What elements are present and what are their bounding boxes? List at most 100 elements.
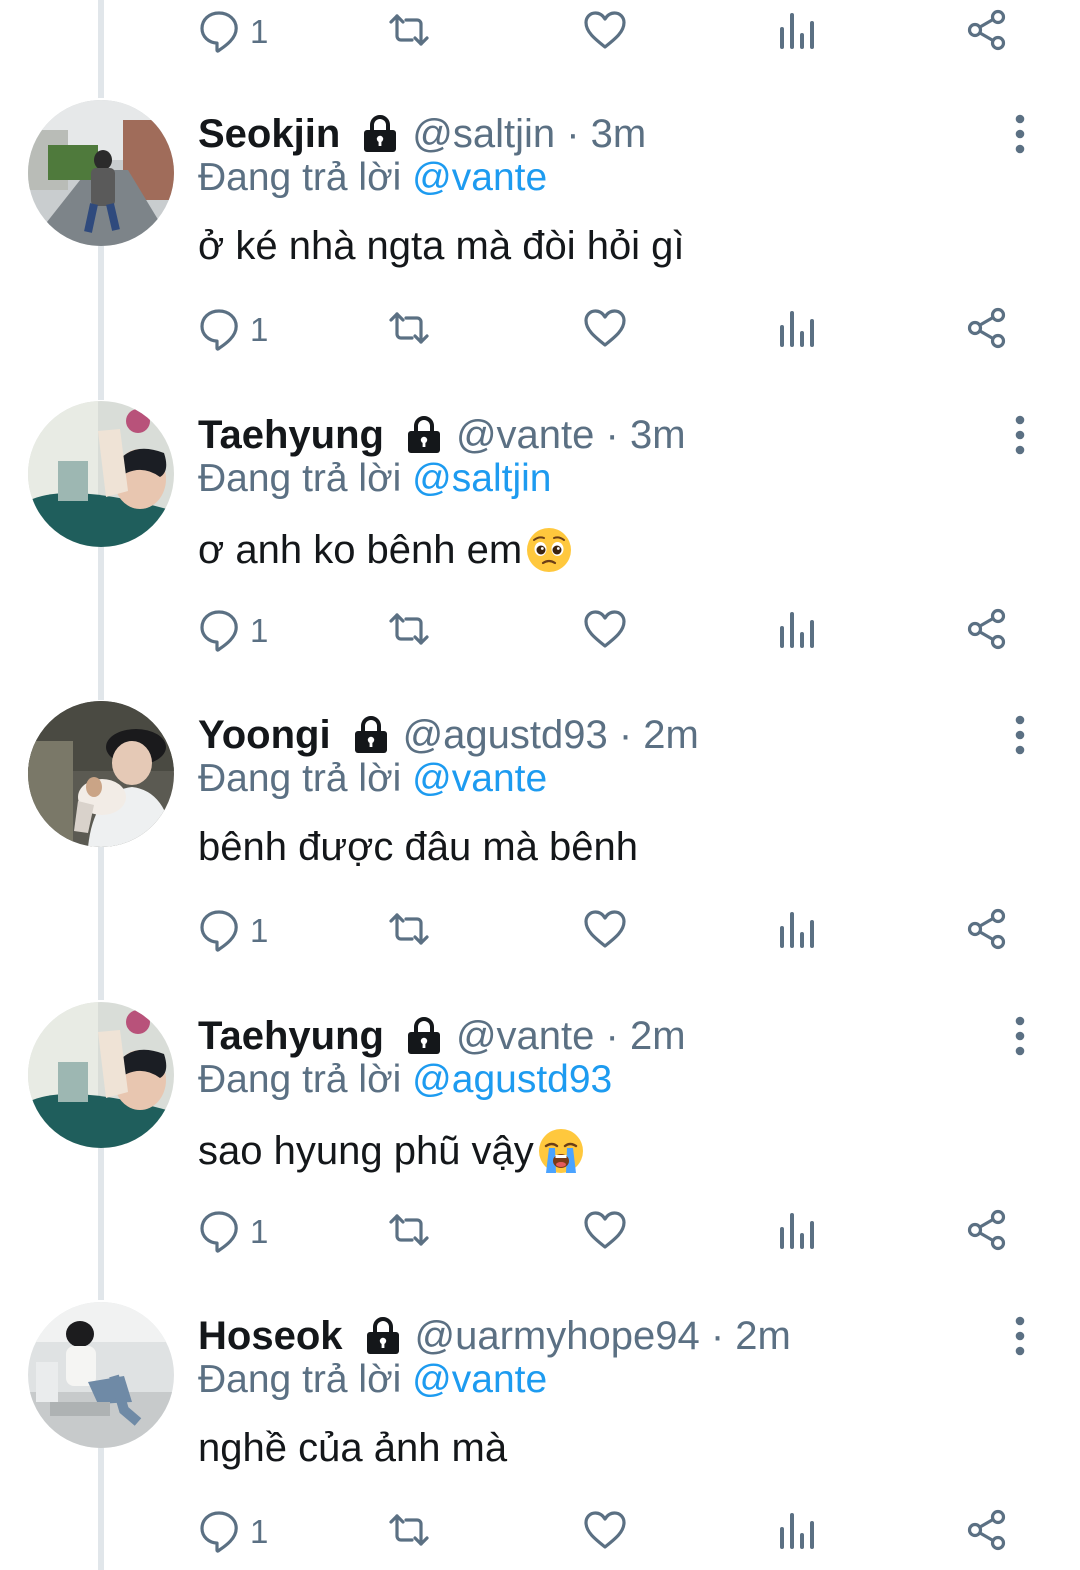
analytics-button[interactable] xyxy=(774,2,820,62)
more-vertical-icon[interactable] xyxy=(1000,1314,1040,1358)
share-button[interactable] xyxy=(964,601,1010,661)
handle-and-time[interactable]: @saltjin · 3m xyxy=(412,112,646,157)
tweet-text-content: nghề của ảnh mà xyxy=(198,1426,508,1470)
analytics-icon xyxy=(774,606,820,657)
retweet-button[interactable] xyxy=(386,2,432,62)
analytics-button[interactable] xyxy=(774,1502,820,1562)
analytics-button[interactable] xyxy=(774,300,820,360)
retweet-icon xyxy=(386,7,432,58)
action-bar: 1 xyxy=(196,1502,1026,1562)
display-name[interactable]: Taehyung xyxy=(198,413,384,458)
more-vertical-icon[interactable] xyxy=(1000,713,1040,757)
share-button[interactable] xyxy=(964,300,1010,360)
lock-icon xyxy=(358,112,402,156)
retweet-button[interactable] xyxy=(386,1502,432,1562)
tweet-text-content: bênh được đâu mà bênh xyxy=(198,825,638,869)
analytics-button[interactable] xyxy=(774,601,820,661)
like-button[interactable] xyxy=(582,2,628,62)
reply-button[interactable]: 1 xyxy=(196,601,268,661)
thread-line xyxy=(98,0,104,98)
like-button[interactable] xyxy=(582,1202,628,1262)
mention-link[interactable]: @agustd93 xyxy=(412,1058,612,1101)
retweet-button[interactable] xyxy=(386,901,432,961)
reply-tweet[interactable]: Taehyung @vante · 3m Đang trả lời @saltj… xyxy=(0,401,1080,701)
share-icon xyxy=(964,906,1010,957)
like-button[interactable] xyxy=(582,300,628,360)
tweet-header: Seokjin @saltjin · 3m xyxy=(198,106,646,162)
share-icon xyxy=(964,305,1010,356)
reply-icon xyxy=(196,906,242,957)
retweet-icon xyxy=(386,305,432,356)
replying-to: Đang trả lời @vante xyxy=(198,757,547,801)
analytics-icon xyxy=(774,906,820,957)
replying-to-label: Đang trả lời xyxy=(198,457,413,500)
retweet-button[interactable] xyxy=(386,601,432,661)
avatar-yoongi[interactable] xyxy=(28,701,174,847)
reply-button[interactable]: 1 xyxy=(196,1502,268,1562)
display-name[interactable]: Taehyung xyxy=(198,1014,384,1059)
retweet-icon xyxy=(386,1507,432,1558)
reply-icon xyxy=(196,1507,242,1558)
reply-button[interactable]: 1 xyxy=(196,300,268,360)
share-button[interactable] xyxy=(964,2,1010,62)
reply-tweet[interactable]: Yoongi @agustd93 · 2m Đang trả lời @vant… xyxy=(0,701,1080,1001)
share-button[interactable] xyxy=(964,1502,1010,1562)
heart-icon xyxy=(582,7,628,58)
share-icon xyxy=(964,606,1010,657)
replying-to: Đang trả lời @vante xyxy=(198,156,547,200)
display-name[interactable]: Seokjin xyxy=(198,112,340,157)
share-icon xyxy=(964,1507,1010,1558)
like-button[interactable] xyxy=(582,901,628,961)
mention-link[interactable]: @saltjin xyxy=(412,457,551,500)
more-vertical-icon[interactable] xyxy=(1000,112,1040,156)
heart-icon xyxy=(582,606,628,657)
analytics-button[interactable] xyxy=(774,901,820,961)
tweet-text: sao hyung phũ vậy xyxy=(198,1126,586,1176)
display-name[interactable]: Hoseok xyxy=(198,1314,343,1359)
lock-icon xyxy=(349,713,393,757)
lock-icon xyxy=(402,1014,446,1058)
tweet-text: ở ké nhà ngta mà đòi hỏi gì xyxy=(198,224,685,269)
share-button[interactable] xyxy=(964,901,1010,961)
share-button[interactable] xyxy=(964,1202,1010,1262)
reply-button[interactable]: 1 xyxy=(196,901,268,961)
reply-icon xyxy=(196,1207,242,1258)
reply-tweet[interactable]: Hoseok @uarmyhope94 · 2m Đang trả lời @v… xyxy=(0,1302,1080,1570)
heart-icon xyxy=(582,305,628,356)
replying-to-label: Đang trả lời xyxy=(198,1358,413,1401)
reply-tweet[interactable]: Seokjin @saltjin · 3m Đang trả lời @vant… xyxy=(0,100,1080,400)
analytics-icon xyxy=(774,7,820,58)
tweet-text: ơ anh ko bênh em xyxy=(198,525,574,575)
replying-to-label: Đang trả lời xyxy=(198,1058,413,1101)
reply-button[interactable]: 1 xyxy=(196,1202,268,1262)
mention-link[interactable]: @vante xyxy=(412,1358,547,1401)
avatar-taehyung[interactable] xyxy=(28,1002,174,1148)
mention-link[interactable]: @vante xyxy=(412,757,547,800)
more-vertical-icon[interactable] xyxy=(1000,413,1040,457)
reply-tweet[interactable]: Taehyung @vante · 2m Đang trả lời @agust… xyxy=(0,1002,1080,1302)
display-name[interactable]: Yoongi xyxy=(198,713,331,758)
action-bar: 1 xyxy=(196,601,1026,661)
handle-and-time[interactable]: @uarmyhope94 · 2m xyxy=(415,1314,791,1359)
handle-and-time[interactable]: @vante · 3m xyxy=(456,413,686,458)
reply-count: 1 xyxy=(250,1513,269,1550)
handle-and-time[interactable]: @vante · 2m xyxy=(456,1014,686,1059)
action-bar: 1 xyxy=(196,901,1026,961)
avatar-taehyung[interactable] xyxy=(28,401,174,547)
reply-thread: 1 Seokjin @saltjin · 3m Đang trả lời @va… xyxy=(0,0,1080,1570)
mention-link[interactable]: @vante xyxy=(412,156,547,199)
like-button[interactable] xyxy=(582,601,628,661)
tweet-text: nghề của ảnh mà xyxy=(198,1426,507,1471)
heart-icon xyxy=(582,906,628,957)
analytics-button[interactable] xyxy=(774,1202,820,1262)
more-vertical-icon[interactable] xyxy=(1000,1014,1040,1058)
reply-count: 1 xyxy=(250,912,269,949)
avatar-hoseok[interactable] xyxy=(28,1302,174,1448)
reply-icon xyxy=(196,606,242,657)
like-button[interactable] xyxy=(582,1502,628,1562)
reply-button[interactable]: 1 xyxy=(196,2,268,62)
avatar-seokjin[interactable] xyxy=(28,100,174,246)
retweet-button[interactable] xyxy=(386,1202,432,1262)
retweet-button[interactable] xyxy=(386,300,432,360)
handle-and-time[interactable]: @agustd93 · 2m xyxy=(403,713,699,758)
